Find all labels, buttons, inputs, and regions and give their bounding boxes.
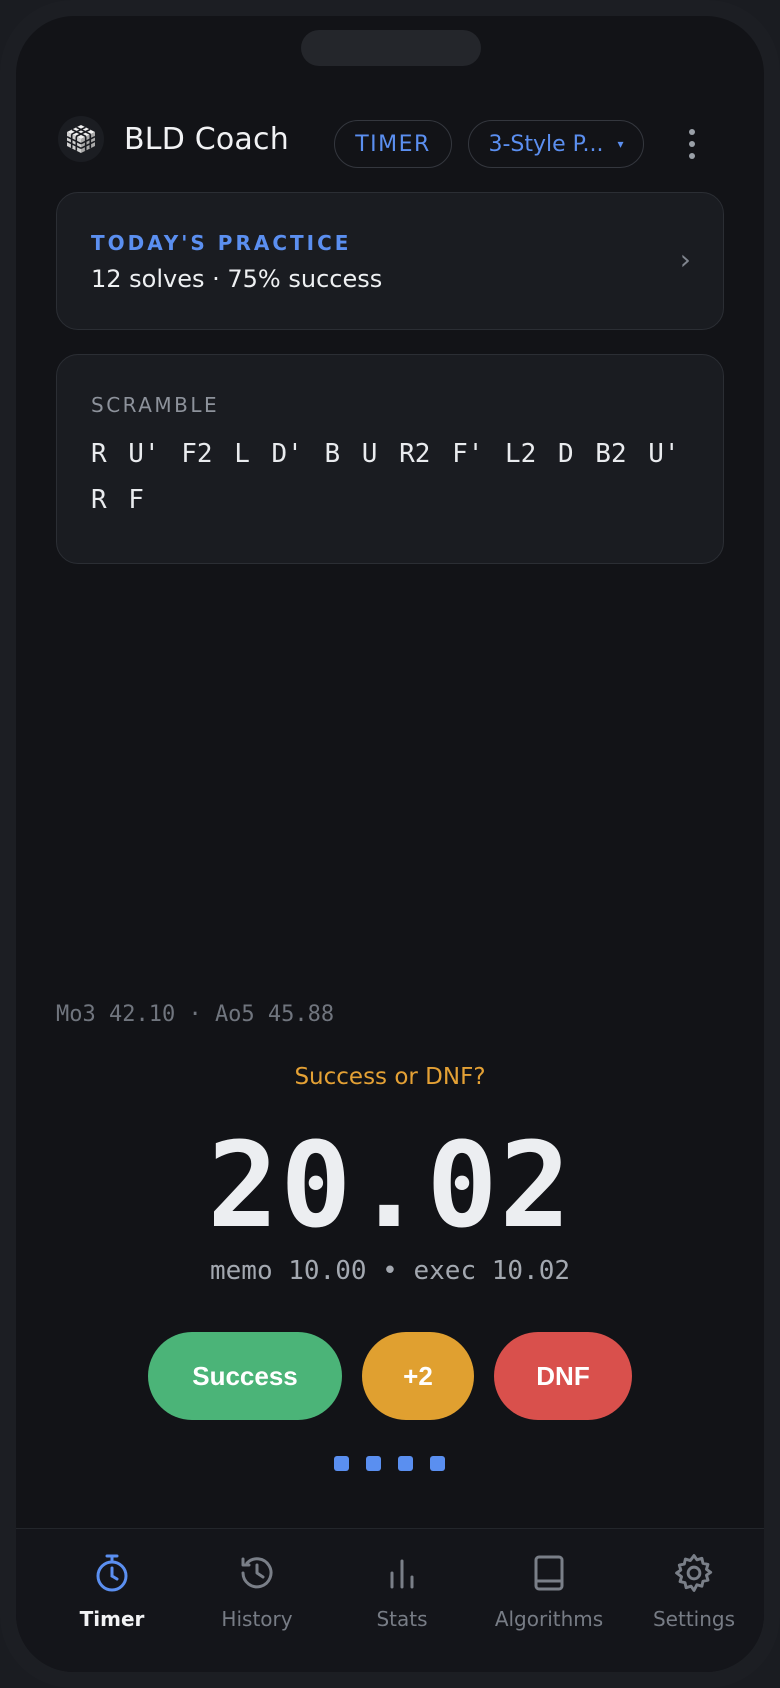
app-screen: BLD Coach TIMER 3-Style P... ▾ TODAY'S P…: [16, 16, 764, 1672]
more-options-icon[interactable]: [674, 118, 710, 170]
scramble-moves: R U' F2 L D' B U R2 F' L2 D B2 U' R F: [91, 439, 680, 515]
page-dot: [430, 1456, 445, 1471]
camera-notch: [301, 30, 481, 66]
nav-item-algorithms[interactable]: Algorithms: [475, 1529, 623, 1672]
nav-label: History: [221, 1607, 293, 1631]
page-dot: [366, 1456, 381, 1471]
stopwatch-icon: [96, 1554, 128, 1592]
book-icon: [534, 1555, 564, 1591]
averages-readout: Mo3 42.10 · Ao5 45.88: [56, 1002, 335, 1027]
nav-label: Algorithms: [494, 1607, 604, 1631]
success-button[interactable]: Success: [148, 1332, 342, 1420]
practice-summary: 12 solves · 75% success: [91, 265, 383, 293]
app-header: BLD Coach TIMER 3-Style P... ▾: [16, 96, 764, 186]
practice-label: TODAY'S PRACTICE: [91, 231, 352, 255]
device-frame: BLD Coach TIMER 3-Style P... ▾ TODAY'S P…: [0, 0, 780, 1688]
chevron-right-icon: ›: [679, 243, 691, 276]
history-icon: [241, 1557, 273, 1589]
nav-label: Settings: [652, 1607, 736, 1631]
nav-item-settings[interactable]: Settings: [620, 1529, 764, 1672]
app-title: BLD Coach: [124, 122, 289, 157]
page-dot: [334, 1456, 349, 1471]
nav-item-history[interactable]: History: [183, 1529, 331, 1672]
bottom-nav: Timer History Stats Algorithms Settings: [16, 1528, 764, 1672]
scramble-card: SCRAMBLE R U' F2 L D' B U R2 F' L2 D B2 …: [56, 354, 724, 564]
nav-label: Stats: [376, 1607, 428, 1631]
dnf-button[interactable]: DNF: [494, 1332, 632, 1420]
caret-down-icon: ▾: [617, 137, 624, 151]
nav-item-stats[interactable]: Stats: [328, 1529, 476, 1672]
bar-chart-icon: [390, 1559, 414, 1589]
nav-label: Timer: [79, 1607, 145, 1631]
nav-item-timer[interactable]: Timer: [38, 1529, 186, 1672]
todays-practice-card[interactable]: TODAY'S PRACTICE 12 solves · 75% success…: [56, 192, 724, 330]
page-dot: [398, 1456, 413, 1471]
timer-mode-button[interactable]: TIMER: [334, 120, 452, 168]
timer-mode-label: TIMER: [355, 131, 431, 157]
gear-icon: [675, 1554, 713, 1592]
cube-logo-icon: [58, 116, 104, 162]
method-select-label: 3-Style P...: [488, 131, 604, 157]
method-select[interactable]: 3-Style P... ▾: [468, 120, 644, 168]
memo-exec-split: memo 10.00 • exec 10.02: [209, 1256, 571, 1286]
result-prompt: Success or DNF?: [294, 1064, 486, 1090]
scramble-label: SCRAMBLE: [91, 393, 220, 417]
solve-time[interactable]: 20.02: [16, 1116, 764, 1254]
plus-two-button[interactable]: +2: [362, 1332, 474, 1420]
